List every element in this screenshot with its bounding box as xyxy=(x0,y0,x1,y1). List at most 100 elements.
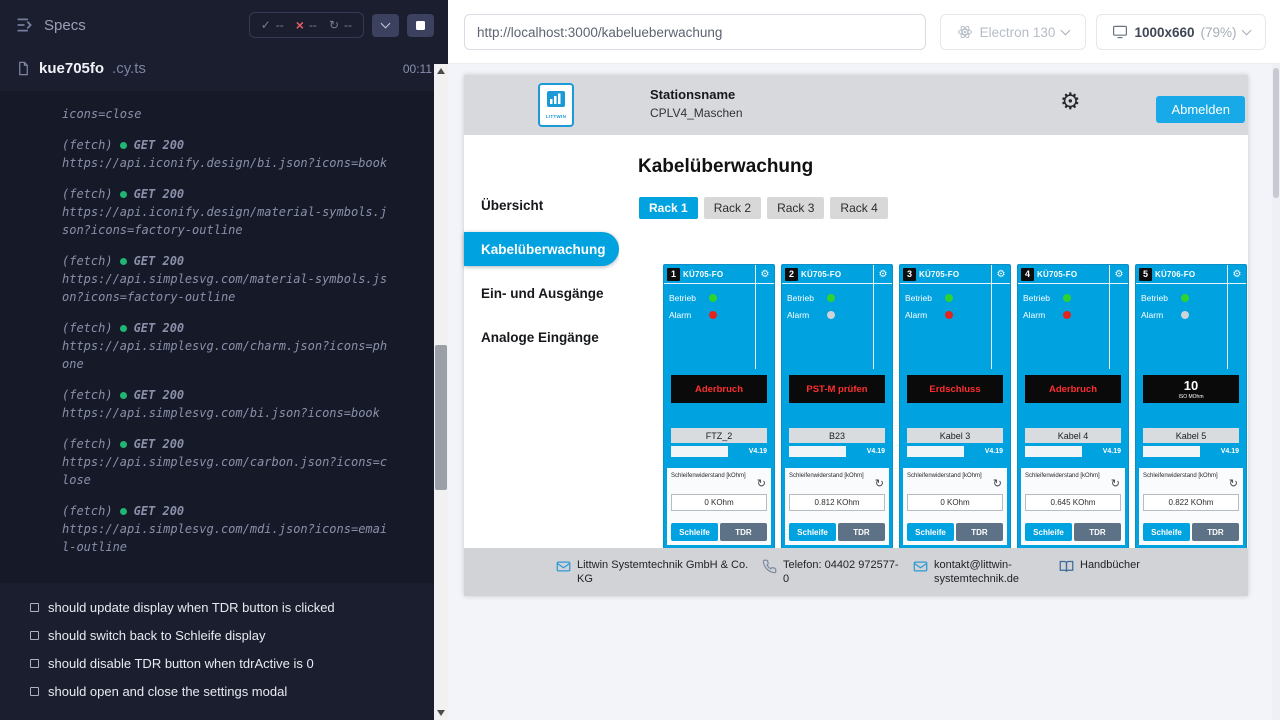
settings-gear-icon[interactable]: ⚙ xyxy=(1060,90,1081,113)
tab-rack-2[interactable]: Rack 2 xyxy=(704,197,761,219)
tdr-button[interactable]: TDR xyxy=(838,523,885,541)
test-box-icon xyxy=(30,659,39,668)
schleife-button[interactable]: Schleife xyxy=(1025,523,1072,541)
refresh-icon[interactable]: ↻ xyxy=(757,479,766,490)
schleife-button[interactable]: Schleife xyxy=(907,523,954,541)
betrieb-label: Betrieb xyxy=(1141,293,1175,303)
network-log-entry[interactable]: (fetch) GET 200 https://api.simplesvg.co… xyxy=(62,386,438,422)
alarm-label: Alarm xyxy=(1023,310,1057,320)
device-model: KÜ705-FO xyxy=(801,270,841,279)
refresh-icon[interactable]: ↻ xyxy=(875,479,884,490)
status-display: 10 ISO MOhm xyxy=(1143,375,1239,403)
device-model: KÜ706-FO xyxy=(1155,270,1195,279)
schleife-button[interactable]: Schleife xyxy=(671,523,718,541)
browser-select[interactable]: Electron 130 xyxy=(940,14,1086,50)
status-display: PST-M prüfen xyxy=(789,375,885,403)
browser-bar: Electron 130 1000x660 (79%) xyxy=(448,0,1280,64)
log-prefix: (fetch) xyxy=(62,136,113,154)
network-log-entry[interactable]: (fetch) GET 200 https://api.simplesvg.co… xyxy=(62,319,438,373)
footer-item: Littwin Systemtechnik GmbH & Co. KG xyxy=(556,558,752,587)
test-item[interactable]: should open and close the settings modal xyxy=(30,677,432,705)
network-log-entry[interactable]: (fetch) GET 200 https://api.simplesvg.co… xyxy=(62,502,438,556)
collapse-tests-button[interactable] xyxy=(372,14,399,37)
device-number: 1 xyxy=(667,268,680,281)
command-log: icons=close (fetch) GET 200 https://api.… xyxy=(0,91,448,583)
refresh-icon[interactable]: ↻ xyxy=(1111,479,1120,490)
logout-button[interactable]: Abmelden xyxy=(1156,96,1245,123)
scroll-down-icon[interactable] xyxy=(437,710,445,716)
device-settings-icon[interactable]: ⚙ xyxy=(991,265,1010,284)
mail-icon xyxy=(913,559,928,574)
footer-items: Littwin Systemtechnik GmbH & Co. KG Tele… xyxy=(556,558,1140,587)
device-settings-icon[interactable]: ⚙ xyxy=(873,265,892,284)
network-log-entry[interactable]: (fetch) GET 200 https://api.simplesvg.co… xyxy=(62,435,438,489)
tdr-button[interactable]: TDR xyxy=(1074,523,1121,541)
stat-failed: ×-- xyxy=(296,18,317,32)
cable-label-field[interactable]: Kabel 5 xyxy=(1143,428,1239,443)
scroll-up-icon[interactable] xyxy=(437,68,445,74)
footer-text: kontakt@littwin-systemtechnik.de xyxy=(934,558,1049,587)
tab-rack-4[interactable]: Rack 4 xyxy=(830,197,887,219)
url-input[interactable] xyxy=(464,14,926,50)
log-url: https://api.iconify.design/bi.json?icons… xyxy=(62,154,394,172)
measurement-value: 0.822 KOhm xyxy=(1143,494,1239,511)
betrieb-label: Betrieb xyxy=(787,293,821,303)
screen: Specs ✓-- ×-- ↻-- kue705fo .cy.ts 00:11 … xyxy=(0,0,1280,720)
network-log-entry[interactable]: (fetch) GET 200 https://api.simplesvg.co… xyxy=(62,252,438,306)
specs-label[interactable]: Specs xyxy=(44,17,86,34)
network-log-entry[interactable]: (fetch) GET 200 https://api.iconify.desi… xyxy=(62,136,438,172)
refresh-icon[interactable]: ↻ xyxy=(993,479,1002,490)
viewport-zoom: (79%) xyxy=(1201,25,1237,40)
device-settings-icon[interactable]: ⚙ xyxy=(1109,265,1128,284)
test-item[interactable]: should switch back to Schleife display xyxy=(30,621,432,649)
cable-label-field[interactable]: Kabel 3 xyxy=(907,428,1003,443)
log-prefix: (fetch) xyxy=(62,185,113,203)
firmware-version: V4.19 xyxy=(1221,448,1239,455)
tdr-button[interactable]: TDR xyxy=(956,523,1003,541)
tab-rack-1[interactable]: Rack 1 xyxy=(639,197,698,219)
logo-icon xyxy=(547,91,565,112)
betrieb-led xyxy=(827,294,835,302)
device-settings-icon[interactable]: ⚙ xyxy=(1227,265,1246,284)
cable-label-field[interactable]: FTZ_2 xyxy=(671,428,767,443)
viewport-select[interactable]: 1000x660 (79%) xyxy=(1096,14,1266,50)
device-card: 5 KÜ706-FO ⚙ Betrieb Alarm 10 ISO MOhm K… xyxy=(1135,264,1247,548)
scrollbar-thumb[interactable] xyxy=(1273,68,1279,198)
betrieb-led xyxy=(1181,294,1189,302)
sidebar-item-übersicht[interactable]: Übersicht xyxy=(464,188,619,222)
page-scrollbar[interactable] xyxy=(1272,64,1280,720)
logo-text: LITTWIN xyxy=(546,114,566,119)
sidebar-item-analoge-eingänge[interactable]: Analoge Eingänge xyxy=(464,320,619,354)
scrollbar-thumb[interactable] xyxy=(435,345,447,490)
version-box xyxy=(789,446,846,457)
restart-icon: ↻ xyxy=(329,18,339,32)
device-model: KÜ705-FO xyxy=(1037,270,1077,279)
stop-button[interactable] xyxy=(407,14,434,37)
reporter-scrollbar[interactable] xyxy=(434,64,448,720)
tdr-button[interactable]: TDR xyxy=(1192,523,1239,541)
device-settings-icon[interactable]: ⚙ xyxy=(755,265,774,284)
cable-label-field[interactable]: B23 xyxy=(789,428,885,443)
footer-text: Telefon: 04402 972577-0 xyxy=(783,558,903,587)
schleife-button[interactable]: Schleife xyxy=(1143,523,1190,541)
test-item[interactable]: should update display when TDR button is… xyxy=(30,593,432,621)
network-log-entry[interactable]: (fetch) GET 200 https://api.iconify.desi… xyxy=(62,185,438,239)
status-text: PST-M prüfen xyxy=(806,384,867,395)
test-item[interactable]: should disable TDR button when tdrActive… xyxy=(30,649,432,677)
footer-item: kontakt@littwin-systemtechnik.de xyxy=(913,558,1049,587)
tdr-button[interactable]: TDR xyxy=(720,523,767,541)
tab-rack-3[interactable]: Rack 3 xyxy=(767,197,824,219)
collapse-sidebar-icon[interactable] xyxy=(16,16,34,34)
sidebar-item-ein-und-ausgänge[interactable]: Ein- und Ausgänge xyxy=(464,276,619,310)
cable-label-field[interactable]: Kabel 4 xyxy=(1025,428,1121,443)
app-sidebar: Übersicht Kabelüberwachung Ein- und Ausg… xyxy=(464,135,619,548)
log-prefix: (fetch) xyxy=(62,502,113,520)
sidebar-item-kabelüberwachung[interactable]: Kabelüberwachung xyxy=(464,232,619,266)
refresh-icon[interactable]: ↻ xyxy=(1229,479,1238,490)
app-viewport: LITTWIN Stationsname CPLV4_Maschen ⚙ Abm… xyxy=(464,75,1248,596)
schleife-button[interactable]: Schleife xyxy=(789,523,836,541)
measurement-label: Schleifenwiderstand [kOhm] xyxy=(789,472,885,480)
log-status: GET 200 xyxy=(134,136,185,154)
log-url: https://api.simplesvg.com/material-symbo… xyxy=(62,270,394,306)
spec-header[interactable]: kue705fo .cy.ts 00:11 xyxy=(0,50,448,87)
